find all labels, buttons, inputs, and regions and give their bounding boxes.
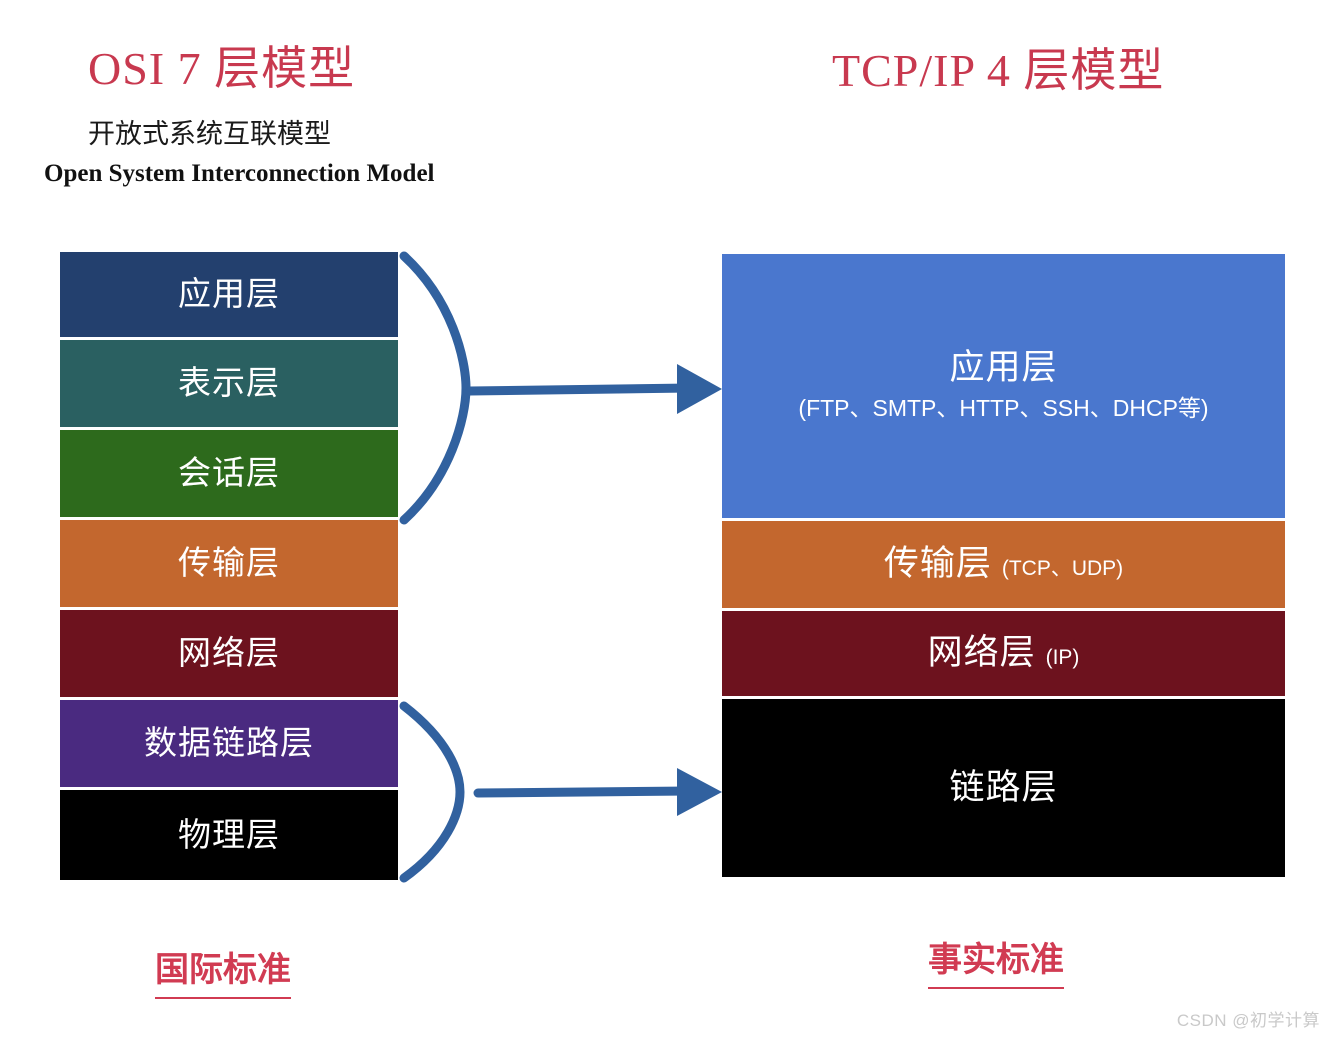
arrow-shaft-upper: [465, 383, 695, 396]
tcpip-layer-label: 传输层: [883, 544, 992, 584]
tcpip-layer-network: 网络层 (IP): [722, 611, 1285, 699]
tcpip-layer-transport: 传输层 (TCP、UDP): [722, 521, 1285, 611]
osi-layer-stack: 应用层 表示层 会话层 传输层 网络层 数据链路层 物理层: [60, 252, 398, 880]
footnote-defacto-standard: 事实标准: [928, 932, 1064, 989]
tcpip-title: TCP/IP 4 层模型: [832, 45, 1165, 96]
brace-curve-lower: [399, 701, 465, 883]
arrow-head-upper: [677, 364, 722, 414]
tcpip-layer-link: 链路层: [722, 699, 1285, 877]
diagram-canvas: OSI 7 层模型 开放式系统互联模型 Open System Intercon…: [0, 0, 1336, 1038]
osi-layer-presentation: 表示层: [60, 340, 398, 430]
osi-title: OSI 7 层模型: [88, 43, 356, 94]
osi-subtitle-chinese: 开放式系统互联模型: [88, 119, 331, 149]
tcpip-layer-label: 网络层: [927, 633, 1036, 673]
osi-layer-network: 网络层: [60, 610, 398, 700]
osi-layer-label: 传输层: [178, 544, 280, 582]
tcpip-layer-stack: 应用层 (FTP、SMTP、HTTP、SSH、DHCP等) 传输层 (TCP、U…: [722, 254, 1285, 883]
tcpip-layer-label: 应用层: [949, 347, 1058, 387]
osi-layer-label: 数据链路层: [144, 724, 314, 762]
osi-layer-label: 网络层: [178, 634, 280, 672]
osi-layer-transport: 传输层: [60, 520, 398, 610]
osi-subtitle-english: Open System Interconnection Model: [44, 160, 435, 187]
osi-layer-label: 物理层: [178, 815, 280, 853]
arrow-shaft-lower: [473, 786, 695, 798]
tcpip-layer-protocols: (TCP、UDP): [1001, 557, 1124, 581]
osi-layer-application: 应用层: [60, 252, 398, 340]
osi-layer-label: 表示层: [178, 364, 280, 402]
footnote-international-standard: 国际标准: [155, 942, 291, 999]
osi-layer-label: 应用层: [178, 275, 280, 313]
brace-curve-upper: [399, 251, 471, 525]
osi-layer-physical: 物理层: [60, 790, 398, 880]
tcpip-layer-label: 链路层: [949, 767, 1058, 807]
osi-layer-label: 会话层: [178, 454, 280, 492]
tcpip-layer-protocols: (IP): [1045, 646, 1080, 670]
csdn-watermark: CSDN @初学计算: [1176, 1011, 1320, 1030]
tcpip-layer-protocols: (FTP、SMTP、HTTP、SSH、DHCP等): [798, 395, 1209, 422]
brace-arrow-lower: [399, 701, 722, 883]
tcpip-layer-application: 应用层 (FTP、SMTP、HTTP、SSH、DHCP等): [722, 254, 1285, 521]
arrow-head-lower: [677, 768, 722, 816]
brace-arrow-upper: [399, 251, 722, 525]
osi-layer-session: 会话层: [60, 430, 398, 520]
osi-layer-datalink: 数据链路层: [60, 700, 398, 790]
